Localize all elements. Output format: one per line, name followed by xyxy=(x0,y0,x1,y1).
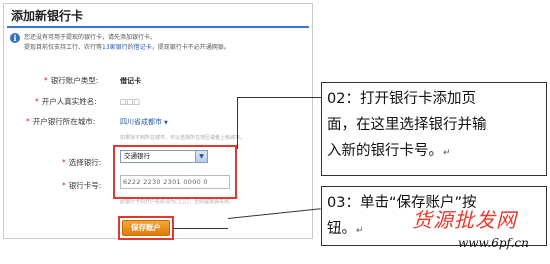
callout-step-2: 02：打开银行卡添加页 面，在这里选择银行并输 入新的银行卡号。↵ xyxy=(321,82,547,176)
callout-step2-line1: 02：打开银行卡添加页 xyxy=(327,91,476,107)
connector-line xyxy=(237,97,321,98)
chevron-down-icon: ▼ xyxy=(164,120,168,126)
card-hint: 此银行卡的开户名必须为□□□，否则提现会失败。 xyxy=(120,199,235,205)
debit-card-link[interactable]: 借记卡 xyxy=(134,44,152,51)
info-icon: i xyxy=(10,33,20,43)
notice-text-c: ，提现银行卡不必开通网银。 xyxy=(151,44,230,51)
notice-line-1: 您还没有可用于提现的银行卡，请先添加银行卡。 xyxy=(24,34,157,41)
city-select[interactable]: 四川省成都市 ▼ xyxy=(120,117,168,128)
bank-card-highlight-box xyxy=(113,145,237,199)
connector-line xyxy=(174,228,228,229)
bank-label: * 选择银行: xyxy=(62,158,102,167)
notice-text-a: 提现目前仅支持工行、农行等 xyxy=(24,44,103,51)
title-divider xyxy=(7,26,309,28)
notice-line-2: 提现目前仅支持工行、农行等13家银行的借记卡，提现银行卡不必开通网银。 xyxy=(24,44,230,52)
required-star: * xyxy=(26,117,30,126)
return-mark: ↵ xyxy=(356,226,364,236)
holder-name-value: □□□ xyxy=(120,98,140,106)
required-star: * xyxy=(62,181,66,190)
holder-name-label: * 开户人真实姓名: xyxy=(35,97,97,106)
thirteen-banks-link[interactable]: 13家银行 xyxy=(102,44,128,51)
save-button-highlight-box xyxy=(118,216,174,240)
account-type-label: * 银行账户类型: xyxy=(44,76,99,85)
required-star: * xyxy=(35,97,39,106)
required-star: * xyxy=(62,158,66,167)
card-number-label: * 银行卡号: xyxy=(62,181,102,190)
city-label: * 开户银行所在城市: xyxy=(26,117,96,126)
connector-line xyxy=(237,97,238,149)
callout-step2-line3: 入新的银行卡号。↵ xyxy=(327,143,451,159)
panel-title: 添加新银行卡 xyxy=(11,9,84,23)
required-star: * xyxy=(44,76,48,85)
watermark-logo: 货源批发网 xyxy=(412,208,517,232)
add-bank-card-panel: 添加新银行卡 i 您还没有可用于提现的银行卡，请先添加银行卡。 提现目前仅支持工… xyxy=(3,3,313,239)
account-type-value: 借记卡 xyxy=(120,77,141,85)
callout-step2-line2: 面，在这里选择银行并输 xyxy=(327,117,487,133)
city-hint: 如果找不到所在城市，可以选择所在地区或者上级城市。 xyxy=(120,135,246,141)
return-mark: ↵ xyxy=(443,148,451,158)
watermark-url: www.6pf.cn xyxy=(458,236,529,250)
